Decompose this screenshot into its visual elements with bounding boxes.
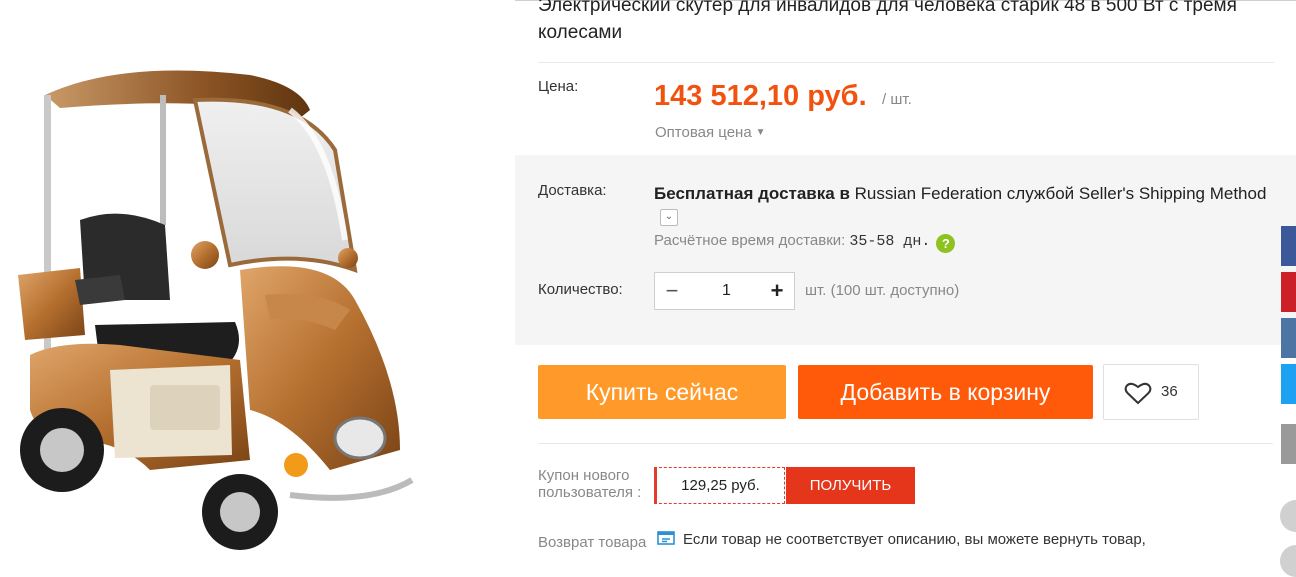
increase-quantity-button[interactable]: + [760,273,794,309]
facebook-icon[interactable] [1281,226,1296,266]
return-policy-text: Если товар не соответствует описанию, вы… [683,531,1146,548]
decrease-quantity-button[interactable]: − [655,273,689,309]
heart-icon [1124,382,1152,405]
get-coupon-button[interactable]: ПОЛУЧИТЬ [786,467,915,504]
quantity-label: Количество: [538,281,623,298]
quantity-stepper: − + [654,272,795,310]
free-delivery-text: Бесплатная доставка в [654,184,850,203]
scooter-illustration [18,70,414,550]
help-icon[interactable]: ? [936,234,956,253]
delivery-eta: Расчётное время доставки: 35-58 дн.? [654,232,956,253]
vk-icon[interactable] [1281,318,1296,358]
delivery-country[interactable]: Russian Federation [855,184,1002,203]
buy-now-button[interactable]: Купить сейчас [538,365,786,419]
close-icon[interactable] [1280,500,1296,532]
chevron-down-icon[interactable]: ⌄ [660,209,678,226]
pinterest-icon[interactable] [1281,272,1296,312]
shipping-method[interactable]: Seller's Shipping Method [1079,184,1267,203]
return-label: Возврат товара [538,534,647,551]
twitter-icon[interactable] [1281,364,1296,404]
coupon-value: 129,25 руб. [654,467,785,504]
price-value: 143 512,10 руб. [654,80,867,112]
price-label: Цена: [538,78,579,95]
product-image[interactable] [0,0,515,558]
menu-round-button[interactable] [1280,545,1296,577]
return-policy: Если товар не соответствует описанию, вы… [657,530,1146,548]
wholesale-price-toggle[interactable]: Оптовая цена ▼ [655,124,766,141]
product-title: Электрический скутер для инвалидов для ч… [538,0,1237,43]
caret-down-icon: ▼ [755,127,766,138]
delivery-by-text: службой [1006,184,1075,203]
quantity-input[interactable] [691,273,762,309]
wishlist-button[interactable]: 36 [1103,364,1199,420]
delivery-info: Бесплатная доставка в Russian Federation… [654,184,1266,204]
wishlist-count: 36 [1161,383,1178,400]
return-policy-icon [657,531,675,545]
stock-available: шт. (100 шт. доступно) [805,282,960,299]
coupon-label: Купон нового пользователя : [538,467,642,501]
eta-label: Расчётное время доставки: [654,232,846,249]
scroll-up-button[interactable] [1281,424,1296,464]
delivery-label: Доставка: [538,182,607,199]
actions-divider [538,443,1273,444]
title-divider [538,62,1274,63]
wholesale-price-label: Оптовая цена [655,124,752,141]
eta-days: 35-58 дн. [849,233,931,250]
price-unit: / шт. [882,91,912,108]
add-to-cart-button[interactable]: Добавить в корзину [798,365,1093,419]
